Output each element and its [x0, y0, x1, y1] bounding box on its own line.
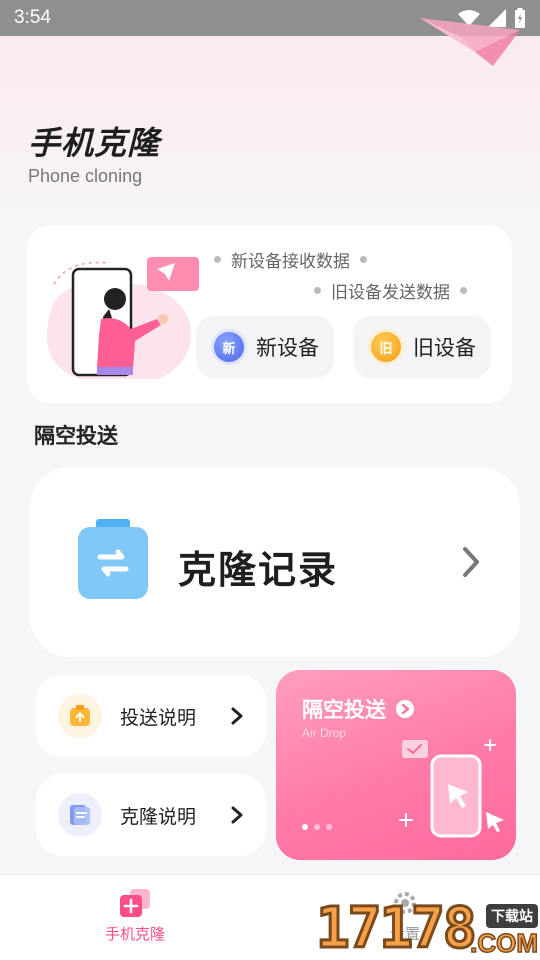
phone-send-illustration	[399, 739, 504, 838]
clone-record-card[interactable]: 克隆记录	[30, 467, 520, 657]
chevron-right-icon	[231, 806, 243, 824]
phone-woman-illustration	[47, 257, 199, 379]
clone-guide-item[interactable]: 克隆说明	[36, 774, 266, 856]
carousel-dots	[302, 824, 332, 830]
bullet-dot	[460, 287, 467, 294]
new-device-label: 新设备	[256, 336, 319, 360]
page-title: 手机克隆	[28, 124, 161, 162]
clone-record-label: 克隆记录	[178, 548, 339, 592]
watermark-number: 17178	[315, 896, 479, 960]
old-badge-icon: 旧	[371, 332, 401, 362]
nav-item-phone-clone[interactable]: 手机克隆	[75, 889, 195, 944]
transfer-guide-item[interactable]: 投送说明	[36, 675, 266, 757]
new-badge-icon: 新	[214, 332, 244, 362]
bullet-dot	[314, 287, 321, 294]
bullet-dot	[214, 256, 221, 263]
document-icon	[58, 793, 102, 837]
old-device-label: 旧设备	[413, 336, 476, 360]
airdrop-subtitle: Air Drop	[302, 726, 347, 740]
status-time: 3:54	[14, 7, 51, 28]
transfer-guide-label: 投送说明	[120, 706, 197, 729]
clone-add-icon	[120, 889, 150, 917]
new-device-button[interactable]: 新 新设备	[196, 316, 334, 378]
clone-guide-label: 克隆说明	[120, 805, 197, 828]
hint-new-device: 新设备接收数据	[214, 247, 367, 272]
watermark-tag: 下载站	[486, 904, 538, 928]
page-subtitle: Phone cloning	[28, 166, 143, 186]
site-watermark: 17178 下载站 .COM	[315, 896, 540, 960]
carousel-dot	[314, 824, 320, 830]
chevron-right-icon	[463, 547, 479, 577]
carousel-dot	[302, 824, 308, 830]
carousel-dot	[326, 824, 332, 830]
watermark-suffix: .COM	[469, 927, 538, 959]
airdrop-title-text: 隔空投送	[302, 698, 386, 722]
hint-old-text: 旧设备发送数据	[331, 283, 450, 303]
bullet-dot	[360, 256, 367, 263]
upload-box-icon	[58, 694, 102, 738]
old-device-button[interactable]: 旧 旧设备	[353, 316, 491, 378]
clone-transfer-icon	[78, 519, 148, 599]
device-select-card: 新设备接收数据 旧设备发送数据 新 新设备 旧 旧设备	[27, 225, 512, 403]
hint-old-device: 旧设备发送数据	[314, 278, 467, 303]
section-title-airdrop: 隔空投送	[34, 424, 118, 448]
chevron-right-icon	[231, 707, 243, 725]
play-circle-icon	[396, 700, 414, 718]
nav-label-phone-clone: 手机克隆	[104, 925, 165, 943]
airdrop-card[interactable]: 隔空投送 Air Drop	[276, 670, 516, 860]
paper-plane-decoration	[420, 18, 520, 66]
hint-new-text: 新设备接收数据	[231, 252, 350, 272]
airdrop-title: 隔空投送	[302, 694, 414, 724]
